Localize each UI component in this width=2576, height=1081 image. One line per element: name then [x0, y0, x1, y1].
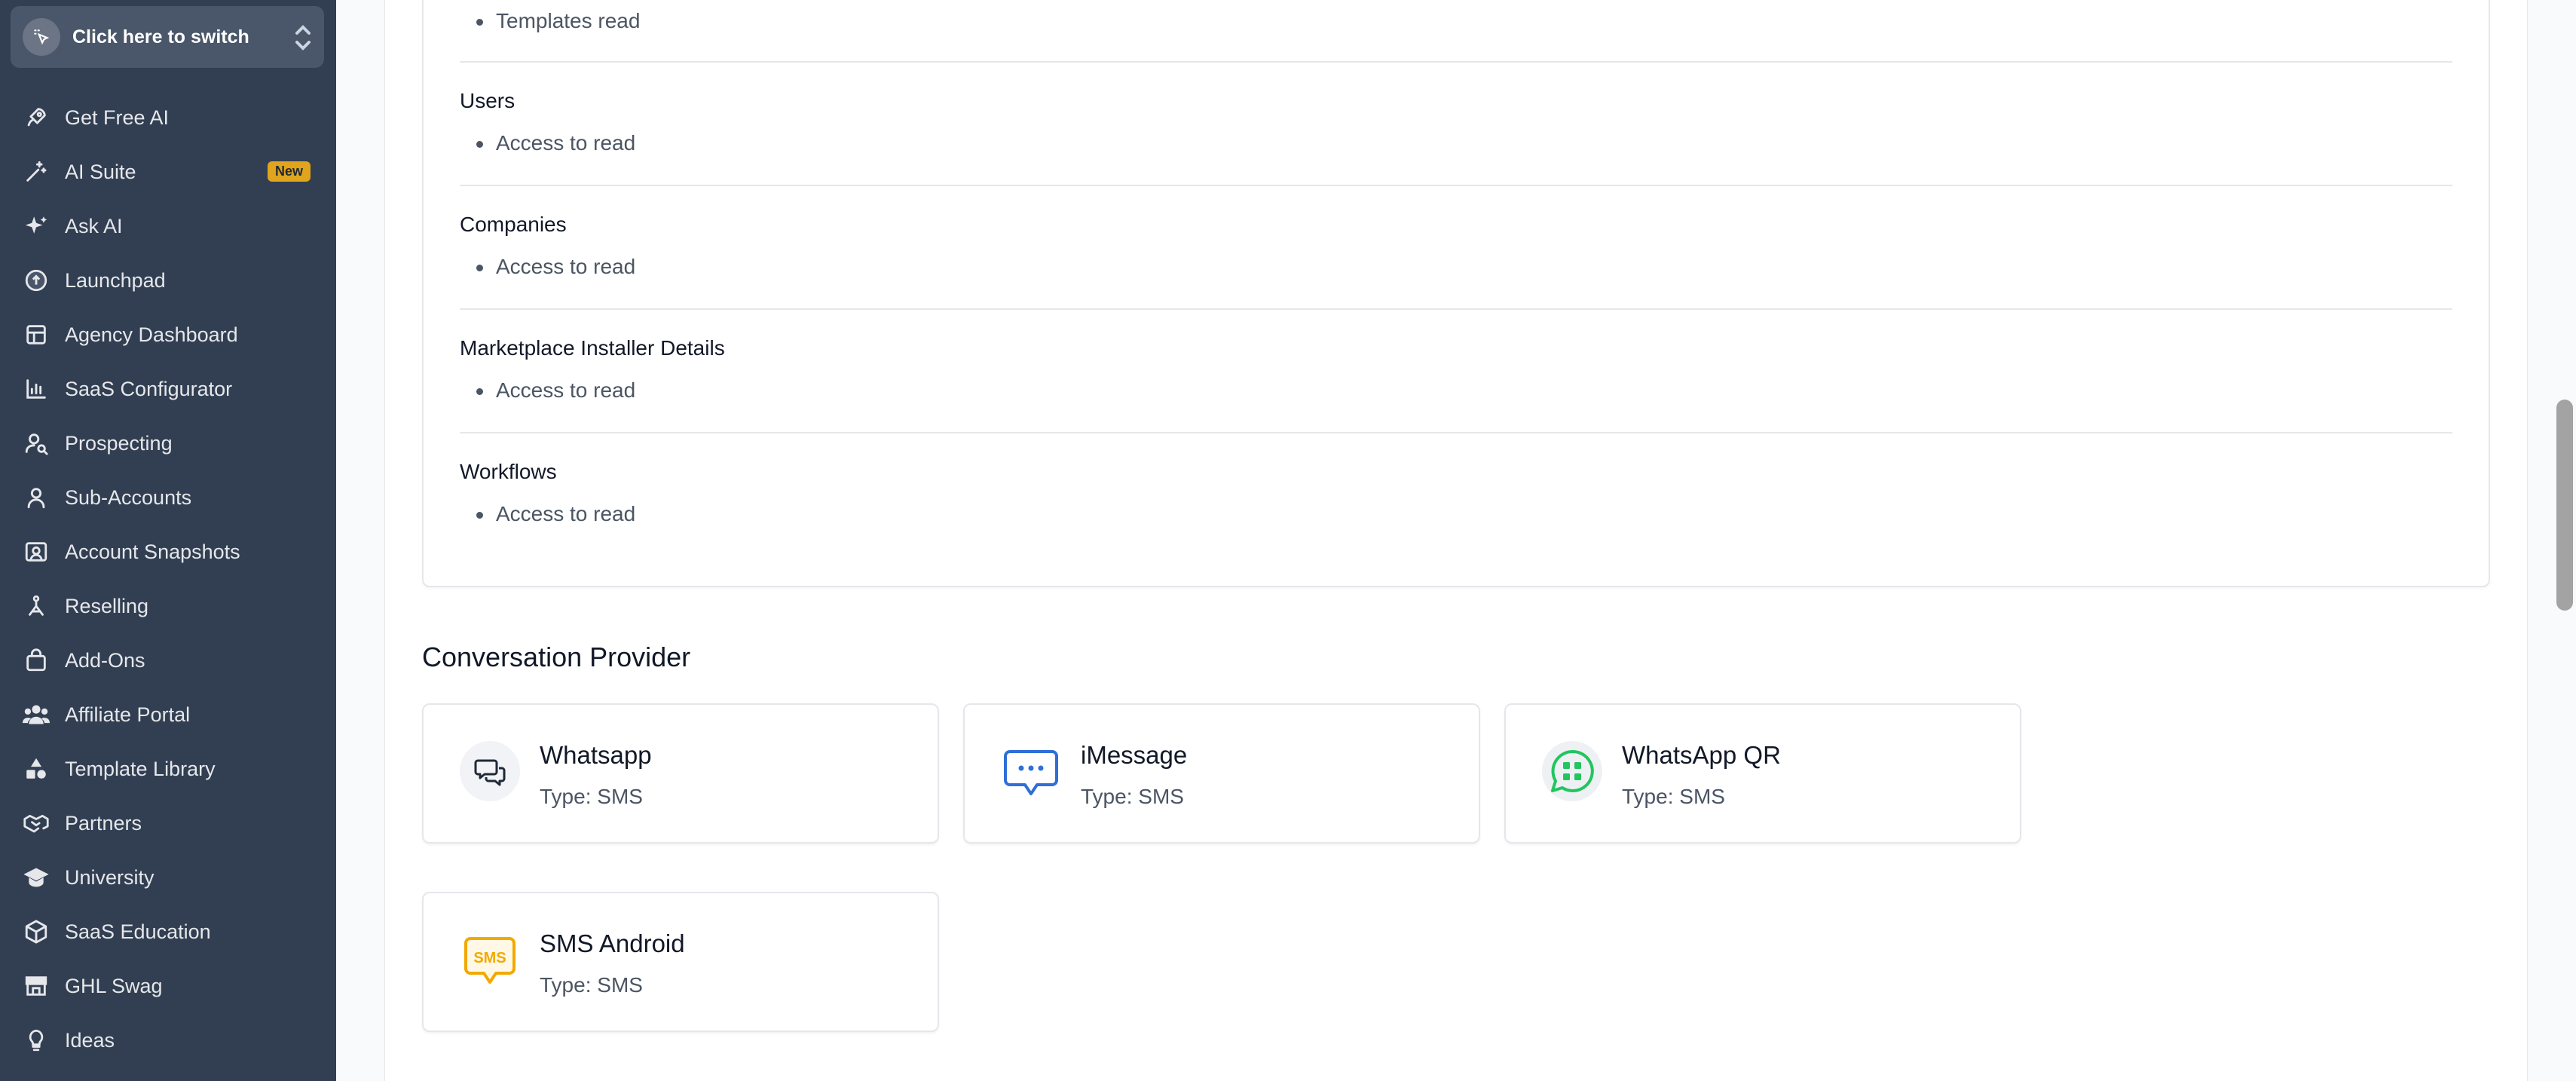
sidebar-item-saas-education[interactable]: SaaS Education	[0, 905, 336, 959]
sidebar-item-partners[interactable]: Partners	[0, 796, 336, 850]
scrollbar-thumb[interactable]	[2556, 400, 2573, 611]
sidebar-item-label: SaaS Education	[65, 920, 211, 943]
sidebar-item-label: Add-Ons	[65, 648, 145, 672]
divider	[460, 61, 2452, 63]
sms-icon: SMS	[460, 929, 520, 990]
provider-name: SMS Android	[540, 929, 685, 957]
launchpad-icon	[21, 265, 51, 296]
sidebar-item-label: Affiliate Portal	[65, 703, 191, 726]
sidebar-item-agency-dashboard[interactable]: Agency Dashboard	[0, 308, 336, 362]
sidebar-item-label: Template Library	[65, 757, 216, 780]
provider-card-whatsapp-qr[interactable]: WhatsApp QR Type: SMS	[1504, 703, 2021, 844]
imessage-icon	[1001, 741, 1061, 801]
provider-type: Type: SMS	[540, 785, 643, 808]
dashboard-icon	[21, 320, 51, 350]
provider-type: Type: SMS	[1081, 785, 1184, 808]
switch-icon	[23, 18, 60, 56]
shapes-icon	[21, 754, 51, 784]
sidebar-item-label: SaaS Configurator	[65, 377, 233, 400]
sidebar-item-label: Account Snapshots	[65, 540, 240, 563]
sidebar-item-label: Ask AI	[65, 214, 123, 237]
divider	[460, 185, 2452, 186]
user-search-icon	[21, 428, 51, 458]
account-switcher[interactable]: Click here to switch	[11, 6, 324, 68]
provider-name: WhatsApp QR	[1622, 741, 1781, 769]
conversation-provider-title: Conversation Provider	[422, 642, 691, 672]
sidebar-item-label: Reselling	[65, 594, 149, 617]
sparkles-icon	[21, 211, 51, 241]
users-icon	[21, 700, 51, 730]
sidebar-item-label: Prospecting	[65, 431, 173, 455]
scopes-card	[422, 0, 2490, 587]
sidebar-item-university[interactable]: University	[0, 850, 336, 905]
scope-item: Access to read	[476, 378, 636, 402]
shopping-bag-icon	[21, 645, 51, 675]
provider-name: iMessage	[1081, 741, 1188, 769]
store-icon	[21, 971, 51, 1001]
sidebar-item-get-free-ai[interactable]: Get Free AI	[0, 90, 336, 145]
scope-item: Access to read	[476, 502, 636, 525]
sidebar-item-prospecting[interactable]: Prospecting	[0, 416, 336, 470]
rocket-icon	[21, 103, 51, 133]
scope-group-users: Users Access to read	[460, 89, 2452, 155]
sidebar-item-sub-accounts[interactable]: Sub-Accounts	[0, 470, 336, 525]
scope-group-companies: Companies Access to read	[460, 213, 2452, 278]
provider-type: Type: SMS	[540, 973, 643, 997]
divider	[460, 432, 2452, 433]
provider-card-sms-android[interactable]: SMS SMS Android Type: SMS	[422, 892, 939, 1032]
switcher-label: Click here to switch	[72, 26, 249, 47]
sidebar-item-label: GHL Swag	[65, 974, 163, 997]
chevron-up-down-icon	[295, 25, 311, 51]
sidebar-item-ghl-swag[interactable]: GHL Swag	[0, 959, 336, 1013]
sidebar-item-add-ons[interactable]: Add-Ons	[0, 633, 336, 687]
sidebar-item-affiliate-portal[interactable]: Affiliate Portal	[0, 687, 336, 742]
box-icon	[21, 917, 51, 947]
sidebar-item-reselling[interactable]: Reselling	[0, 579, 336, 633]
scope-group-marketplace-installer-details: Marketplace Installer Details Access to …	[460, 336, 2452, 402]
bar-chart-icon	[21, 374, 51, 404]
sidebar-item-template-library[interactable]: Template Library	[0, 742, 336, 796]
sidebar-item-ask-ai[interactable]: Ask AI	[0, 199, 336, 253]
new-badge: New	[267, 161, 311, 182]
snapshot-icon	[21, 537, 51, 567]
provider-card-whatsapp[interactable]: Whatsapp Type: SMS	[422, 703, 939, 844]
sidebar-nav: Get Free AI AI Suite New Ask AI Launchpa…	[0, 90, 336, 1067]
handshake-icon	[21, 808, 51, 838]
sidebar-item-label: Ideas	[65, 1028, 115, 1052]
user-icon	[21, 482, 51, 513]
provider-name: Whatsapp	[540, 741, 652, 769]
provider-type: Type: SMS	[1622, 785, 1725, 808]
whatsapp-qr-icon	[1542, 741, 1602, 801]
sidebar-item-label: Launchpad	[65, 268, 166, 292]
sidebar-item-label: Get Free AI	[65, 106, 170, 129]
magic-wand-icon	[21, 157, 51, 187]
sidebar-item-label: Agency Dashboard	[65, 323, 238, 346]
scope-title: Marketplace Installer Details	[460, 336, 725, 360]
sidebar-item-saas-configurator[interactable]: SaaS Configurator	[0, 362, 336, 416]
svg-text:SMS: SMS	[473, 950, 506, 966]
sidebar-item-label: Sub-Accounts	[65, 485, 192, 509]
lightbulb-icon	[21, 1025, 51, 1055]
divider	[460, 308, 2452, 310]
chat-bubbles-icon	[460, 741, 520, 801]
sidebar-item-label: Partners	[65, 811, 142, 834]
sidebar-item-launchpad[interactable]: Launchpad	[0, 253, 336, 308]
scope-item: Access to read	[476, 131, 636, 155]
reselling-icon	[21, 591, 51, 621]
sidebar-item-label: University	[65, 865, 154, 889]
scope-group-workflows: Workflows Access to read	[460, 460, 2452, 525]
scope-item: Access to read	[476, 255, 636, 278]
sidebar-item-ai-suite[interactable]: AI Suite New	[0, 145, 336, 199]
sidebar-item-label: AI Suite	[65, 160, 136, 183]
scope-item-templates-read: Templates read	[476, 9, 641, 32]
provider-card-imessage[interactable]: iMessage Type: SMS	[963, 703, 1480, 844]
scope-title: Users	[460, 89, 516, 112]
graduation-cap-icon	[21, 862, 51, 893]
scope-title: Workflows	[460, 460, 557, 483]
scope-title: Companies	[460, 213, 567, 236]
sidebar-item-ideas[interactable]: Ideas	[0, 1013, 336, 1067]
sidebar-item-account-snapshots[interactable]: Account Snapshots	[0, 525, 336, 579]
sidebar: Click here to switch Get Free AI AI Suit…	[0, 0, 336, 1081]
